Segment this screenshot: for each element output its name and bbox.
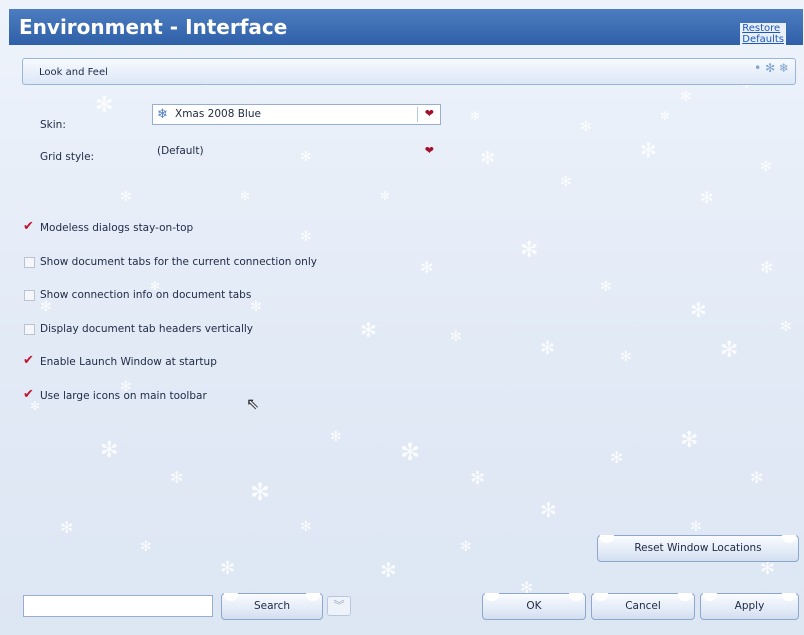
snow-cap-left (594, 593, 608, 601)
snowflake-icon: ✻ (330, 429, 342, 445)
snow-cap-left (600, 535, 614, 543)
snowflake-icon: ✻ (760, 558, 776, 579)
cancel-button[interactable]: Cancel (591, 593, 695, 620)
snowflake-icon: ✻ (560, 174, 572, 190)
reset-window-locations-button[interactable]: Reset Window Locations (597, 535, 799, 562)
snowflake-icon: ✻ (520, 238, 539, 263)
snowflake-icon: ✻ (120, 189, 132, 205)
checkbox[interactable] (24, 324, 35, 335)
restore-defaults-link[interactable]: Restore Defaults (740, 23, 786, 45)
skin-dropdown[interactable]: ❄ Xmas 2008 Blue ❤ (152, 104, 441, 125)
snowflake-icon: ✻ (640, 138, 657, 162)
snowflake-icon: ✻ (470, 109, 481, 123)
chevron-double-down-icon[interactable]: ︾ (327, 596, 351, 616)
apply-button[interactable]: Apply (700, 593, 799, 620)
snowflake-icon: ✻ (690, 519, 702, 535)
snowflake-decoration-icon: • ✻ ❄ (754, 61, 789, 75)
skin-label: Skin: (40, 119, 66, 131)
checkbox[interactable]: ✔ (23, 387, 35, 402)
snowflake-icon: ✻ (540, 338, 556, 359)
snowflake-icon: ✻ (400, 438, 421, 466)
ok-button-label: OK (526, 600, 542, 612)
snowflake-icon: ✻ (300, 229, 312, 245)
snowflake-icon: ✻ (460, 539, 472, 555)
search-input[interactable] (23, 595, 213, 617)
checkmark-icon: ✔ (23, 219, 34, 234)
snowflake-icon: ✻ (450, 329, 462, 345)
snowflake-icon: ✻ (40, 299, 52, 315)
snowflake-icon: ✻ (95, 93, 114, 118)
snowflake-icon: ✻ (610, 448, 624, 467)
option-label: Modeless dialogs stay-on-top (40, 222, 194, 234)
option-label: Display document tab headers vertically (40, 323, 253, 335)
checkbox[interactable] (24, 290, 35, 301)
checkbox[interactable]: ✔ (23, 219, 35, 234)
snowflake-icon: ✻ (420, 258, 434, 277)
search-button[interactable]: Search (221, 593, 323, 620)
checkmark-icon: ✔ (23, 387, 34, 402)
snowflake-icon: ✻ (700, 188, 714, 207)
reset-window-locations-label: Reset Window Locations (634, 542, 762, 554)
snowflake-icon: ✻ (720, 338, 739, 363)
snowflake-icon: ✻ (480, 148, 496, 169)
snowflake-icon: ✻ (360, 318, 377, 342)
snowflake-icon: ✻ (760, 159, 772, 175)
snow-cap-right (569, 593, 583, 601)
search-button-label: Search (253, 600, 291, 612)
chevron-down-icon[interactable]: ❤ (425, 144, 434, 157)
section-title: Look and Feel (39, 67, 108, 78)
checkbox[interactable]: ✔ (23, 353, 35, 368)
chevron-down-icon[interactable]: ❤ (425, 107, 434, 120)
snow-cap-right (306, 593, 320, 601)
skin-value: Xmas 2008 Blue (175, 108, 261, 120)
option-label: Show connection info on document tabs (40, 289, 252, 301)
snowflake-icon: ✻ (540, 498, 557, 522)
snowflake-icon: ✻ (240, 189, 251, 203)
snowflake-icon: ✻ (170, 468, 184, 487)
apply-button-label: Apply (734, 600, 765, 612)
snowflake-icon: ✻ (660, 109, 671, 123)
snowflake-icon: ✻ (250, 478, 271, 506)
snowflake-icon: ✻ (750, 468, 764, 487)
grid-style-dropdown[interactable]: (Default) ❤ (152, 141, 441, 162)
look-and-feel-section[interactable]: Look and Feel • ✻ ❄ (22, 58, 796, 85)
page-title: Environment - Interface (19, 15, 288, 39)
option-label: Use large icons on main toolbar (40, 390, 207, 402)
snowflake-icon: ✻ (580, 119, 592, 135)
dropdown-divider (417, 107, 418, 122)
snowflake-icon: ✻ (680, 428, 699, 453)
snowflake-icon: ✻ (380, 189, 391, 203)
snow-cap-left (485, 593, 499, 601)
snowflake-icon: ✻ (680, 89, 692, 105)
title-bar: Environment - Interface (9, 9, 803, 45)
snow-cap-right (678, 593, 692, 601)
snowflake-icon: ✻ (760, 258, 774, 277)
snowflake-icon: ✻ (780, 319, 792, 335)
snowflake-icon: ✻ (60, 518, 74, 537)
snowflake-icon: ✻ (250, 299, 262, 315)
option-label: Show document tabs for the current conne… (40, 256, 317, 268)
snowflake-icon: ✻ (470, 468, 486, 489)
snowflake-icon: ✻ (140, 539, 152, 555)
snowflake-icon: ❄ (157, 107, 168, 122)
snowflake-icon: ✻ (600, 279, 612, 295)
snowflake-icon: ✻ (220, 558, 236, 579)
mouse-pointer-icon: ⇖ (246, 394, 260, 413)
snow-cap-left (703, 593, 717, 601)
cancel-button-label: Cancel (625, 600, 661, 612)
checkbox[interactable] (24, 257, 35, 268)
snow-cap-left (224, 593, 238, 601)
snow-cap-right (782, 535, 796, 543)
snowflake-icon: ✻ (300, 519, 312, 535)
snowflake-icon: ✻ (100, 438, 119, 463)
snowflake-icon: ✻ (380, 558, 397, 582)
grid-style-label: Grid style: (40, 151, 95, 163)
grid-style-value: (Default) (157, 145, 204, 157)
checkmark-icon: ✔ (23, 353, 34, 368)
snowflake-icon: ✻ (620, 349, 632, 365)
snowflake-icon: ✻ (690, 298, 707, 322)
ok-button[interactable]: OK (482, 593, 586, 620)
option-label: Enable Launch Window at startup (40, 356, 217, 368)
snow-cap-right (782, 593, 796, 601)
